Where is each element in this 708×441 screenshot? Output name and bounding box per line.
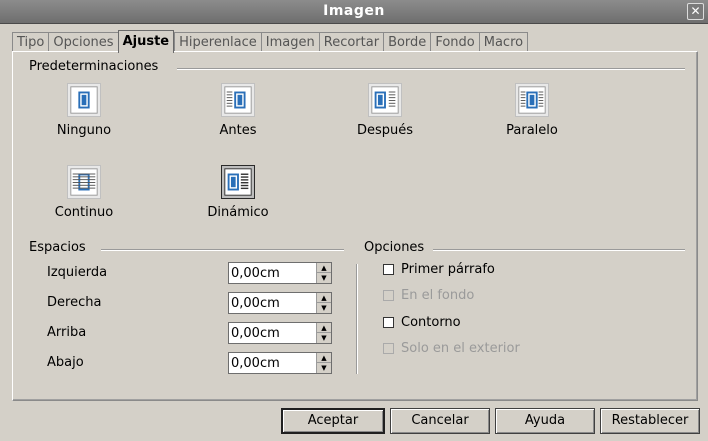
opciones-rule	[433, 249, 685, 251]
spin-up-icon[interactable]: ▲	[317, 353, 331, 363]
cancel-button[interactable]: Cancelar	[390, 408, 490, 434]
tab-bar: Tipo Opciones Ajuste Hiperenlace Imagen …	[12, 30, 529, 53]
spin-up-icon[interactable]: ▲	[317, 263, 331, 273]
title-bar: Imagen ✕	[0, 0, 708, 24]
wrap-none-icon	[67, 83, 101, 117]
close-icon[interactable]: ✕	[687, 3, 704, 20]
tab-tipo[interactable]: Tipo	[12, 32, 49, 52]
abajo-label: Abajo	[47, 355, 84, 370]
spin-down-icon[interactable]: ▼	[317, 333, 331, 343]
arriba-spinbox[interactable]: ▲ ▼	[228, 322, 332, 344]
izquierda-spinbox[interactable]: ▲ ▼	[228, 262, 332, 284]
abajo-spin-buttons: ▲ ▼	[316, 353, 331, 373]
wrap-option-continuo[interactable]: Continuo	[34, 165, 134, 220]
check-solo-exterior: Solo en el exterior	[383, 341, 520, 356]
wrap-through-icon	[67, 165, 101, 199]
tab-opciones[interactable]: Opciones	[48, 32, 118, 52]
spin-up-icon[interactable]: ▲	[317, 293, 331, 303]
contorno-label: Contorno	[401, 315, 461, 330]
wrap-before-icon	[221, 83, 255, 117]
wrap-parallel-icon	[515, 83, 549, 117]
wrap-option-despues[interactable]: Después	[335, 83, 435, 138]
predeterminaciones-title: Predeterminaciones	[29, 59, 163, 74]
spin-down-icon[interactable]: ▼	[317, 273, 331, 283]
help-button[interactable]: Ayuda	[495, 408, 595, 434]
espacios-rule	[101, 249, 344, 251]
wrap-label-ninguno: Ninguno	[56, 123, 112, 138]
reset-button[interactable]: Restablecer	[600, 408, 700, 434]
contorno-checkbox[interactable]	[383, 317, 394, 328]
window-title: Imagen	[323, 3, 385, 19]
tab-ajuste[interactable]: Ajuste	[117, 30, 175, 53]
abajo-input[interactable]	[229, 353, 315, 373]
derecha-input[interactable]	[229, 293, 315, 313]
izquierda-spin-buttons: ▲ ▼	[316, 263, 331, 283]
wrap-option-dinamico[interactable]: Dinámico	[188, 165, 288, 220]
check-primer-parrafo[interactable]: Primer párrafo	[383, 262, 495, 277]
check-contorno[interactable]: Contorno	[383, 315, 461, 330]
wrap-option-antes[interactable]: Antes	[188, 83, 288, 138]
accept-button[interactable]: Aceptar	[281, 408, 385, 434]
opciones-title: Opciones	[364, 240, 429, 255]
tab-fondo[interactable]: Fondo	[430, 32, 479, 52]
tab-panel: Predeterminaciones Ninguno Antes Después…	[12, 51, 698, 401]
solo-exterior-label: Solo en el exterior	[401, 341, 520, 356]
wrap-option-ninguno[interactable]: Ninguno	[34, 83, 134, 138]
spin-down-icon[interactable]: ▼	[317, 363, 331, 373]
wrap-label-despues: Después	[356, 123, 414, 138]
arriba-input[interactable]	[229, 323, 315, 343]
wrap-label-continuo: Continuo	[54, 205, 114, 220]
wrap-optimal-icon	[221, 165, 255, 199]
spin-up-icon[interactable]: ▲	[317, 323, 331, 333]
derecha-label: Derecha	[47, 295, 102, 310]
en-el-fondo-label: En el fondo	[401, 288, 475, 303]
espacios-title: Espacios	[29, 240, 90, 255]
derecha-spinbox[interactable]: ▲ ▼	[228, 292, 332, 314]
predeterminaciones-rule	[177, 68, 685, 70]
wrap-option-paralelo[interactable]: Paralelo	[482, 83, 582, 138]
izquierda-input[interactable]	[229, 263, 315, 283]
primer-parrafo-label: Primer párrafo	[401, 262, 495, 277]
primer-parrafo-checkbox[interactable]	[383, 264, 394, 275]
solo-exterior-checkbox	[383, 343, 394, 354]
tab-hiperenlace[interactable]: Hiperenlace	[174, 32, 261, 52]
abajo-spinbox[interactable]: ▲ ▼	[228, 352, 332, 374]
wrap-label-paralelo: Paralelo	[506, 123, 558, 138]
group-separator	[356, 264, 358, 374]
wrap-label-dinamico: Dinámico	[207, 205, 269, 220]
check-en-el-fondo: En el fondo	[383, 288, 474, 303]
tab-recortar[interactable]: Recortar	[318, 32, 384, 52]
arriba-label: Arriba	[47, 325, 87, 340]
en-el-fondo-checkbox	[383, 290, 394, 301]
wrap-label-antes: Antes	[219, 123, 257, 138]
wrap-after-icon	[368, 83, 402, 117]
tab-imagen[interactable]: Imagen	[260, 32, 319, 52]
derecha-spin-buttons: ▲ ▼	[316, 293, 331, 313]
tab-borde[interactable]: Borde	[383, 32, 431, 52]
arriba-spin-buttons: ▲ ▼	[316, 323, 331, 343]
spin-down-icon[interactable]: ▼	[317, 303, 331, 313]
izquierda-label: Izquierda	[47, 265, 108, 280]
tab-macro[interactable]: Macro	[478, 32, 529, 52]
